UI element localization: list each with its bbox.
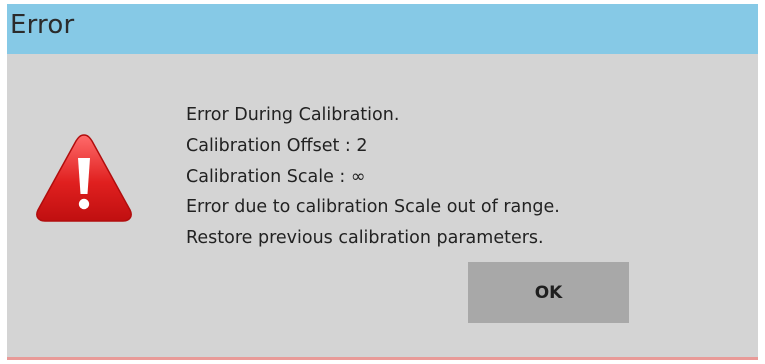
- message-line: Error During Calibration.: [186, 105, 400, 125]
- error-message: Error During Calibration. Calibration Of…: [186, 100, 560, 254]
- warning-triangle-icon: [34, 132, 134, 224]
- warning-triangle-svg: [36, 134, 132, 222]
- title-bar: Error: [7, 4, 758, 54]
- ok-button[interactable]: OK: [468, 262, 629, 323]
- message-line: Error due to calibration Scale out of ra…: [186, 197, 560, 218]
- error-dialog: Error Error During Calibration. Calibrat…: [7, 4, 758, 360]
- message-line: Calibration Scale : ∞: [186, 166, 366, 187]
- message-line: Calibration Offset : 2: [186, 135, 368, 156]
- bottom-edge: [7, 357, 758, 360]
- dialog-title: Error: [10, 10, 75, 40]
- message-line: Restore previous calibration parameters.: [186, 228, 544, 249]
